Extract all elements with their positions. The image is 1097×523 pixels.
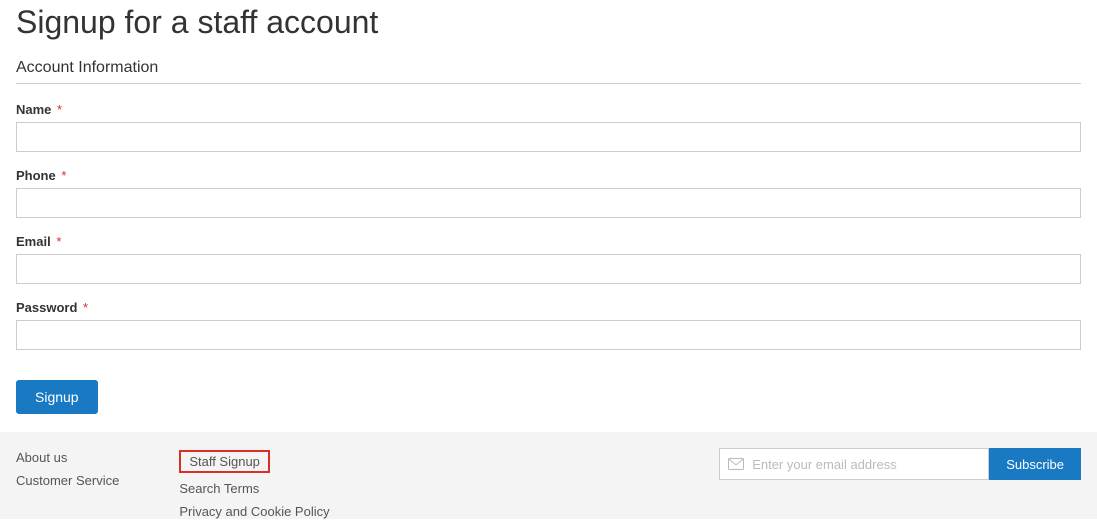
newsletter: Subscribe	[719, 448, 1081, 480]
phone-field[interactable]	[16, 188, 1081, 218]
required-mark: *	[57, 102, 62, 117]
page-title: Signup for a staff account	[16, 4, 1081, 41]
email-field[interactable]	[16, 254, 1081, 284]
envelope-icon	[728, 458, 744, 470]
required-mark: *	[61, 168, 66, 183]
field-group-phone: Phone *	[16, 168, 1081, 218]
footer-link-customer-service[interactable]: Customer Service	[16, 473, 119, 488]
password-label: Password	[16, 300, 77, 315]
name-field[interactable]	[16, 122, 1081, 152]
field-group-name: Name *	[16, 102, 1081, 152]
phone-label-row: Phone *	[16, 168, 1081, 183]
footer-col-1: About us Customer Service	[16, 450, 119, 488]
newsletter-input-wrap	[719, 448, 989, 480]
phone-label: Phone	[16, 168, 56, 183]
required-mark: *	[56, 234, 61, 249]
footer-link-staff-signup[interactable]: Staff Signup	[179, 450, 270, 473]
footer: About us Customer Service Staff Signup S…	[0, 432, 1097, 519]
password-label-row: Password *	[16, 300, 1081, 315]
field-group-email: Email *	[16, 234, 1081, 284]
field-group-password: Password *	[16, 300, 1081, 350]
section-title: Account Information	[16, 59, 1081, 84]
email-label-row: Email *	[16, 234, 1081, 249]
signup-page: Signup for a staff account Account Infor…	[0, 4, 1097, 432]
footer-link-privacy[interactable]: Privacy and Cookie Policy	[179, 504, 329, 519]
subscribe-button[interactable]: Subscribe	[989, 448, 1081, 480]
email-label: Email	[16, 234, 51, 249]
footer-link-about[interactable]: About us	[16, 450, 119, 465]
name-label-row: Name *	[16, 102, 1081, 117]
password-field[interactable]	[16, 320, 1081, 350]
name-label: Name	[16, 102, 51, 117]
footer-link-search-terms[interactable]: Search Terms	[179, 481, 329, 496]
required-mark: *	[83, 300, 88, 315]
newsletter-email-field[interactable]	[744, 449, 988, 479]
footer-col-2: Staff Signup Search Terms Privacy and Co…	[179, 450, 329, 519]
signup-button[interactable]: Signup	[16, 380, 98, 414]
